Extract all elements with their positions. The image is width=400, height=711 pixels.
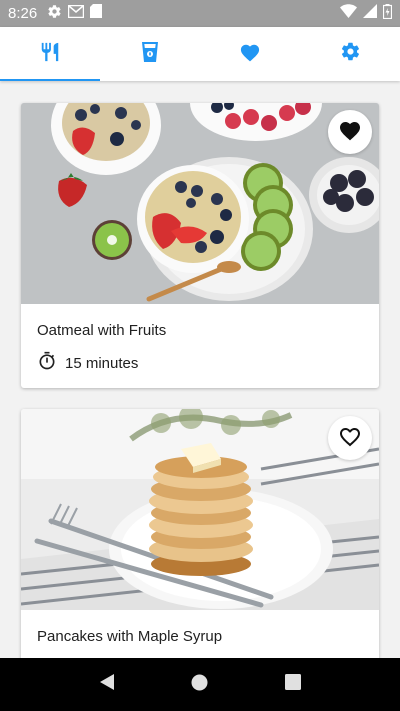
system-nav-bar — [0, 658, 400, 711]
recipe-time: 15 minutes — [21, 339, 379, 375]
fork-knife-icon — [39, 41, 61, 68]
recipe-card[interactable]: Oatmeal with Fruits 15 minutes — [21, 103, 379, 388]
gmail-icon — [67, 4, 85, 23]
signal-icon — [363, 4, 377, 23]
tab-meals[interactable] — [0, 27, 100, 81]
recipe-title: Pancakes with Maple Syrup — [37, 628, 223, 645]
favorite-button[interactable] — [328, 110, 372, 154]
status-time: 8:26 — [8, 5, 38, 22]
gear-icon — [47, 4, 62, 24]
pancakes-photo — [21, 409, 379, 610]
recipe-title: Oatmeal with Fruits — [37, 322, 167, 339]
tab-bar — [0, 27, 400, 81]
recipe-time-label: 15 minutes — [65, 354, 139, 372]
back-icon — [98, 673, 116, 696]
stopwatch-icon — [37, 351, 57, 375]
heart-icon — [239, 42, 261, 67]
sd-card-icon — [90, 4, 103, 23]
recipe-card[interactable]: Pancakes with Maple Syrup — [21, 409, 379, 658]
recipe-list[interactable]: Oatmeal with Fruits 15 minutes Pancakes … — [0, 81, 400, 658]
favorite-button[interactable] — [328, 416, 372, 460]
oatmeal-fruits-photo — [21, 103, 379, 304]
tab-settings[interactable] — [300, 27, 400, 81]
heart-filled-icon — [338, 119, 362, 146]
recents-icon — [285, 674, 302, 695]
home-button[interactable] — [180, 665, 220, 705]
home-icon — [191, 674, 208, 696]
battery-charging-icon — [382, 3, 393, 24]
status-bar: 8:26 — [0, 0, 400, 27]
back-button[interactable] — [87, 665, 127, 705]
tab-drinks[interactable] — [100, 27, 200, 81]
gear-icon — [340, 41, 361, 67]
wifi-icon — [340, 4, 357, 23]
heart-outline-icon — [338, 425, 362, 452]
cup-icon — [140, 41, 160, 68]
tab-favorites[interactable] — [200, 27, 300, 81]
recents-button[interactable] — [273, 665, 313, 705]
